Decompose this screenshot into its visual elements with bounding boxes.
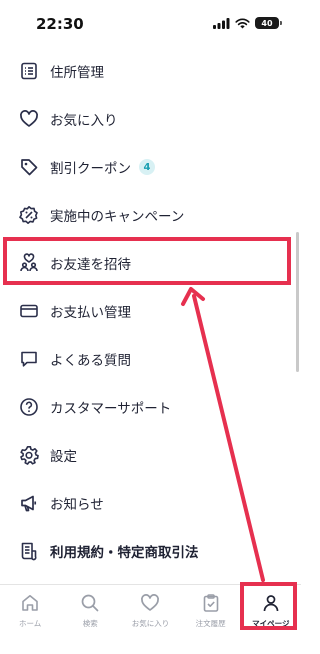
credit-card-icon [18,300,40,322]
invite-friends-highlight-box [3,237,291,285]
heart-icon [18,108,40,130]
menu-item-label: よくある質問 [50,353,131,369]
menu-item-notices[interactable]: お知らせ [0,479,301,527]
menu-item-label: 設定 [50,449,77,465]
menu-item-label: お支払い管理 [50,305,131,321]
menu-item-campaigns[interactable]: 実施中のキャンペーン [0,191,301,239]
menu-item-label: 実施中のキャンペーン [50,209,185,225]
menu-item-terms[interactable]: 利用規約・特定商取引法 [0,527,301,575]
menu-item-label: 利用規約・特定商取引法 [50,545,199,561]
tab-search[interactable]: 検索 [60,585,120,654]
battery-icon: 40 [255,17,282,29]
help-circle-icon [18,396,40,418]
tab-label: 注文履歴 [195,619,226,628]
document-icon [18,540,40,562]
mypage-tab-highlight-box [240,582,297,630]
status-icons: 40 [213,17,282,29]
percent-badge-icon [18,204,40,226]
tab-label: お気に入り [131,619,170,628]
menu-item-label: 住所管理 [50,65,104,81]
gear-icon [18,444,40,466]
status-bar: 22:30 40 [0,0,301,46]
menu-item-label: お知らせ [50,497,104,513]
tab-home[interactable]: ホーム [0,585,60,654]
tab-order-history[interactable]: 注文履歴 [181,585,241,654]
menu-item-address[interactable]: 住所管理 [0,47,301,95]
menu-item-coupons[interactable]: 割引クーポン 4 [0,143,301,191]
tag-icon [18,156,40,178]
clipboard-icon [200,592,222,614]
megaphone-icon [18,492,40,514]
search-icon [79,592,101,614]
scroll-indicator[interactable] [296,232,299,372]
menu-item-favorites[interactable]: お気に入り [0,95,301,143]
menu-item-payment[interactable]: お支払い管理 [0,287,301,335]
menu-item-label: 割引クーポン [50,161,131,177]
mypage-menu: 住所管理 お気に入り 割引クーポン 4 実施中のキャンペーン お友達を招待 お支… [0,47,301,575]
heart-icon [139,592,161,614]
menu-item-label: お気に入り [50,113,118,129]
chat-bubble-icon [18,348,40,370]
status-time: 22:30 [36,15,84,33]
tab-favorites[interactable]: お気に入り [120,585,180,654]
menu-item-settings[interactable]: 設定 [0,431,301,479]
list-icon [18,60,40,82]
tab-label: ホーム [18,619,42,628]
menu-item-support[interactable]: カスタマーサポート [0,383,301,431]
menu-item-faq[interactable]: よくある質問 [0,335,301,383]
wifi-icon [235,18,250,28]
cellular-signal-icon [213,17,230,29]
tab-label: 検索 [82,619,98,628]
coupon-count-badge: 4 [139,159,155,175]
home-icon [19,592,41,614]
menu-item-label: カスタマーサポート [50,401,172,417]
